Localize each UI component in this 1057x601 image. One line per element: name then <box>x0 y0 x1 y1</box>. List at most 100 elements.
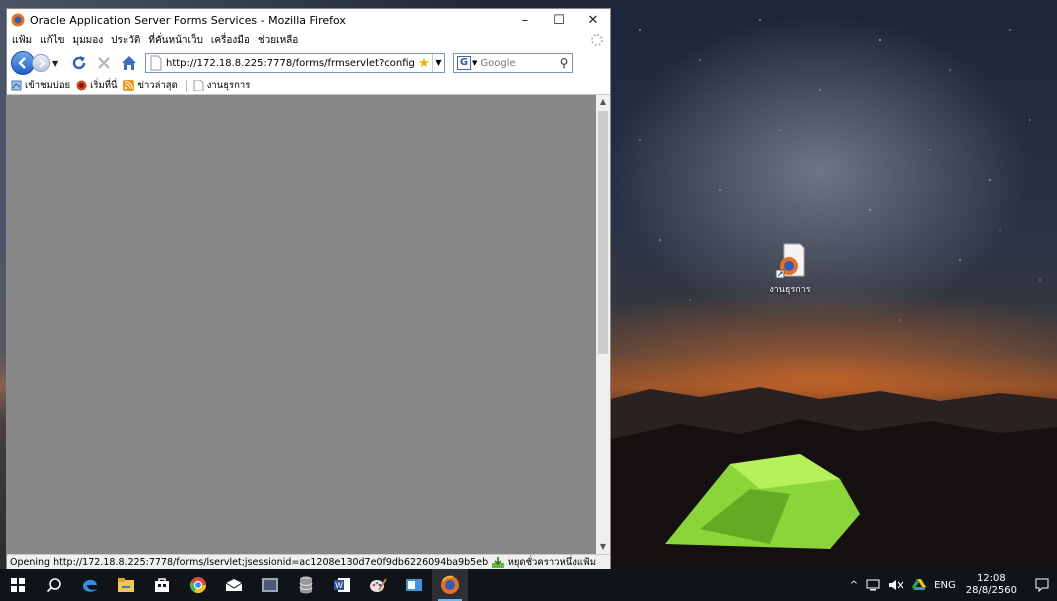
outlook-icon <box>406 579 422 591</box>
menu-tools[interactable]: เครื่องมือ <box>208 33 255 48</box>
search-button[interactable] <box>36 569 72 601</box>
bookmark-label: ข่าวล่าสุด <box>137 80 178 91</box>
bookmarks-toolbar: เข้าชมบ่อย เริ่มที่นี่ ข่าวล่าสุด งานธุร… <box>7 77 610 95</box>
notification-icon <box>1035 578 1049 592</box>
start-icon <box>11 578 25 592</box>
show-hidden-icons-chevron[interactable]: ^ <box>850 580 858 591</box>
taskbar-outlook[interactable] <box>396 569 432 601</box>
search-icon <box>46 578 61 593</box>
taskbar-store[interactable] <box>144 569 180 601</box>
frequent-icon <box>11 80 22 91</box>
store-icon <box>155 578 169 592</box>
firefox-icon <box>11 13 25 27</box>
rss-icon <box>123 80 135 91</box>
edge-icon <box>83 579 97 592</box>
google-drive-icon[interactable] <box>912 579 927 591</box>
menu-view[interactable]: มุมมอง <box>70 33 109 48</box>
bookmark-label: งานธุรการ <box>206 80 251 91</box>
database-icon <box>299 576 313 594</box>
page-content-area[interactable] <box>7 95 596 554</box>
bookmark-latest-news[interactable]: ข่าวล่าสุด <box>123 78 178 93</box>
menu-bookmarks[interactable]: ที่คั่นหน้าเว็บ <box>145 33 208 48</box>
search-icon[interactable]: ⚲ <box>556 56 572 70</box>
menu-bar: แฟ้ม แก้ไข มุมมอง ประวัติ ที่คั่นหน้าเว็… <box>7 31 610 49</box>
taskbar-file-explorer[interactable] <box>108 569 144 601</box>
download-icon[interactable] <box>491 556 505 569</box>
url-bar[interactable]: http://172.18.8.225:7778/forms/frmservle… <box>145 53 445 73</box>
taskbar-firefox[interactable] <box>432 569 468 601</box>
status-text: Opening http://172.18.8.225:7778/forms/l… <box>10 557 488 568</box>
title-bar[interactable]: Oracle Application Server Forms Services… <box>7 9 610 31</box>
taskbar-database[interactable] <box>288 569 324 601</box>
taskbar-paint[interactable] <box>360 569 396 601</box>
minimize-button[interactable]: – <box>508 9 542 31</box>
window-title: Oracle Application Server Forms Services… <box>30 13 346 27</box>
page-icon <box>193 80 204 91</box>
forward-arrow-icon <box>38 58 45 68</box>
taskbar-photos[interactable] <box>252 569 288 601</box>
url-text[interactable]: http://172.18.8.225:7778/forms/frmservle… <box>166 58 416 69</box>
bookmark-star-icon[interactable]: ★ <box>416 56 432 71</box>
reload-button[interactable] <box>68 52 90 74</box>
clock-date: 28/8/2560 <box>965 585 1017 596</box>
bookmark-frequent[interactable]: เข้าชมบ่อย <box>11 78 70 93</box>
search-bar[interactable]: G ▼ ⚲ <box>453 53 573 73</box>
paint-icon <box>370 578 387 592</box>
desktop-shortcut[interactable]: งานธุรการ <box>763 242 817 296</box>
desktop-shortcut-label: งานธุรการ <box>769 285 811 295</box>
page-icon <box>150 55 162 71</box>
engine-dropdown-icon[interactable]: ▼ <box>472 59 477 67</box>
history-dropdown-icon[interactable]: ▼ <box>52 59 62 68</box>
volume-muted-icon[interactable] <box>888 579 904 591</box>
download-status-label[interactable]: หยุดชั่วคราวหนึ่งแฟ้ม <box>508 555 610 570</box>
forward-button[interactable] <box>32 54 50 72</box>
chrome-icon <box>189 577 207 594</box>
url-dropdown-icon[interactable]: ▼ <box>432 54 444 72</box>
home-icon <box>122 56 136 70</box>
scroll-down-icon[interactable]: ▼ <box>596 540 610 554</box>
mail-icon <box>225 579 243 591</box>
firefox-icon <box>76 80 87 91</box>
menu-history[interactable]: ประวัติ <box>108 33 145 48</box>
taskbar: W ^ ENG 12:08 28/8/2560 <box>0 569 1057 601</box>
input-language[interactable]: ENG <box>934 580 956 591</box>
menu-file[interactable]: แฟ้ม <box>9 33 37 48</box>
taskbar-mail[interactable] <box>216 569 252 601</box>
maximize-button[interactable]: ☐ <box>542 9 576 31</box>
scrollbar-thumb[interactable] <box>598 111 608 354</box>
scroll-up-icon[interactable]: ▲ <box>596 95 610 109</box>
clock[interactable]: 12:08 28/8/2560 <box>966 573 1017 597</box>
firefox-shortcut-icon <box>774 242 806 280</box>
svg-text:W: W <box>335 581 343 590</box>
photos-icon <box>262 578 278 592</box>
stop-icon <box>98 57 110 69</box>
network-icon[interactable] <box>866 579 880 591</box>
start-button[interactable] <box>0 569 36 601</box>
navigation-toolbar: ▼ http://172.18.8.225:7778/forms/frmserv… <box>7 49 610 77</box>
file-explorer-icon <box>118 578 134 592</box>
loading-throbber-icon <box>591 34 603 46</box>
word-icon: W <box>334 578 350 592</box>
clock-time: 12:08 <box>976 573 1006 584</box>
bookmark-separator <box>185 79 187 92</box>
menu-help[interactable]: ช่วยเหลือ <box>255 33 303 48</box>
menu-edit[interactable]: แก้ไข <box>37 33 69 48</box>
bookmark-admin[interactable]: งานธุรการ <box>193 78 251 93</box>
google-engine-icon[interactable]: G <box>457 56 471 70</box>
taskbar-edge[interactable] <box>72 569 108 601</box>
home-button[interactable] <box>118 52 140 74</box>
firefox-icon <box>441 575 459 594</box>
vertical-scrollbar[interactable]: ▲ ▼ <box>596 95 610 554</box>
back-arrow-icon <box>18 57 26 69</box>
system-tray: ^ ENG 12:08 28/8/2560 <box>846 569 1057 601</box>
taskbar-word[interactable]: W <box>324 569 360 601</box>
bookmark-getting-started[interactable]: เริ่มที่นี่ <box>76 78 117 93</box>
firefox-window: Oracle Application Server Forms Services… <box>6 8 611 570</box>
reload-icon <box>72 56 86 70</box>
bookmark-label: เริ่มที่นี่ <box>90 80 118 91</box>
close-button[interactable]: ✕ <box>576 9 610 31</box>
stop-button[interactable] <box>93 52 115 74</box>
search-input[interactable] <box>480 57 556 69</box>
taskbar-chrome[interactable] <box>180 569 216 601</box>
action-center-button[interactable] <box>1027 569 1057 601</box>
